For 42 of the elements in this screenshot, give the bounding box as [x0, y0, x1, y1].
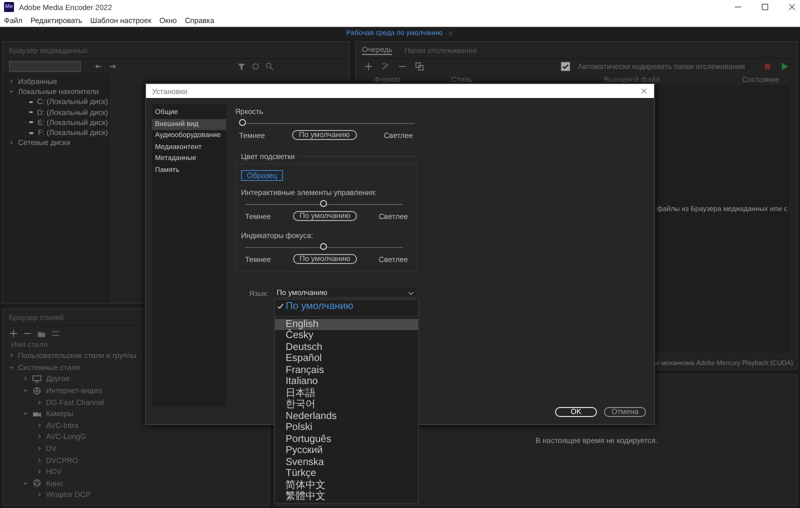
folder-icon[interactable] — [37, 328, 46, 338]
language-option[interactable]: Italiano — [274, 376, 418, 388]
add-icon[interactable] — [364, 62, 373, 70]
language-option[interactable]: Česky — [274, 330, 418, 342]
filter-icon[interactable] — [237, 62, 246, 70]
language-option[interactable]: Español — [274, 353, 418, 364]
chevron-down-icon — [408, 290, 414, 296]
back-arrow-icon[interactable] — [94, 62, 103, 70]
close-icon[interactable] — [788, 3, 796, 11]
camera-icon — [32, 410, 42, 418]
slider-thumb[interactable] — [239, 119, 246, 126]
language-option[interactable]: English — [274, 318, 418, 330]
forward-arrow-icon[interactable] — [108, 62, 117, 70]
checkbox[interactable] — [560, 62, 570, 70]
globe-icon — [32, 386, 42, 395]
menu-icon[interactable] — [446, 30, 454, 36]
monitor-icon — [32, 374, 42, 383]
language-option[interactable]: 繁體中文 — [274, 491, 418, 502]
language-option[interactable]: Polski — [274, 422, 418, 434]
language-option[interactable]: По умолчанию — [274, 301, 418, 312]
language-option[interactable]: Русский — [274, 445, 418, 456]
language-option[interactable]: Svenska — [274, 456, 418, 468]
language-option[interactable]: 한국어 — [274, 399, 418, 410]
path-field[interactable] — [9, 60, 81, 72]
film-reel-icon — [32, 479, 42, 488]
add-icon[interactable] — [9, 328, 18, 338]
duplicate-icon[interactable] — [415, 62, 424, 70]
language-option[interactable]: Nederlands — [274, 410, 418, 422]
slider-thumb[interactable] — [320, 200, 327, 207]
checkmark-icon — [276, 303, 284, 310]
search-icon[interactable] — [265, 62, 274, 70]
stop-icon[interactable] — [763, 62, 772, 70]
slider-thumb[interactable] — [320, 243, 327, 250]
language-option[interactable]: Português — [274, 434, 418, 445]
view-icon[interactable] — [251, 62, 260, 70]
language-option[interactable]: Français — [274, 364, 418, 376]
language-option[interactable]: Deutsch — [274, 342, 418, 353]
language-option[interactable]: 日本語 — [274, 388, 418, 399]
language-option[interactable]: 简体中文 — [274, 480, 418, 491]
maximize-icon[interactable] — [761, 3, 769, 11]
play-icon[interactable] — [780, 62, 789, 70]
language-option[interactable]: Türkçe — [274, 468, 418, 480]
